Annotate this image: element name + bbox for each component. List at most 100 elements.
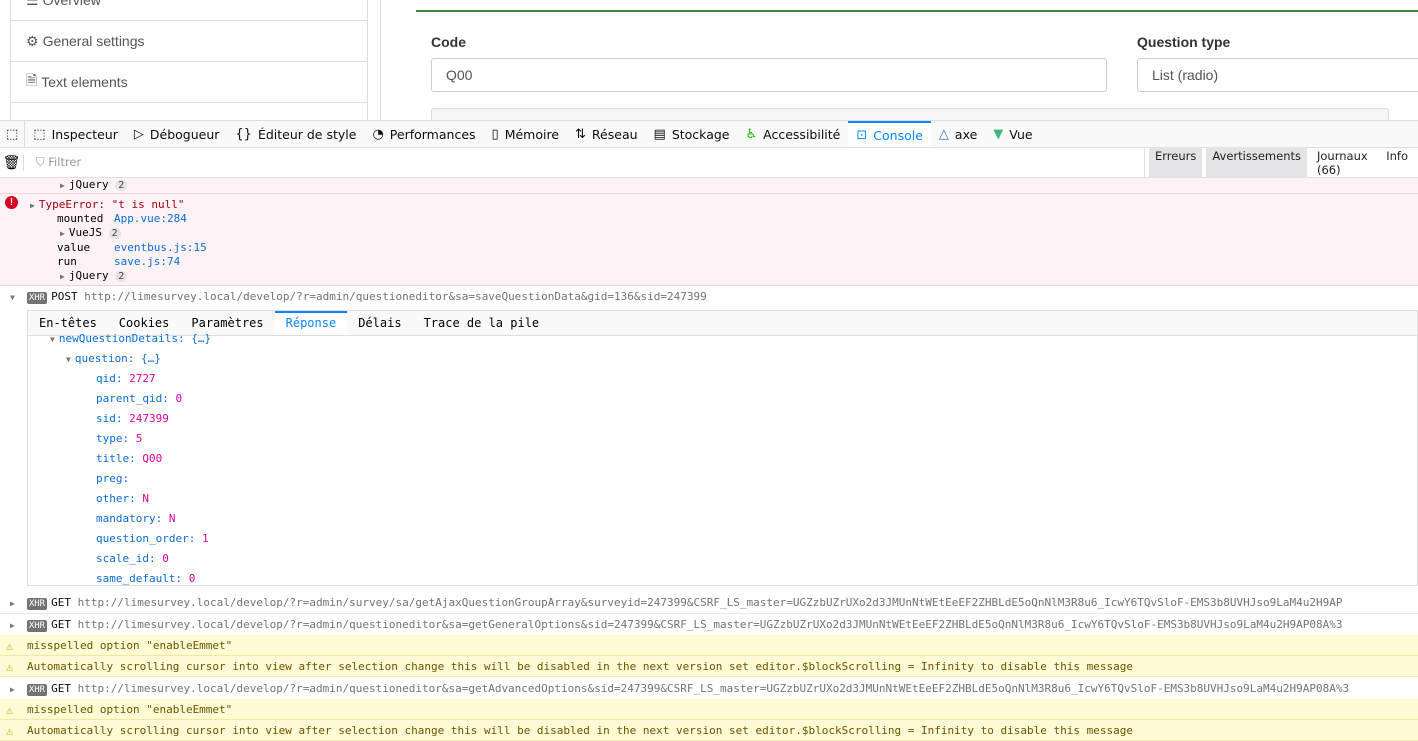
memory-icon: ▯ (491, 126, 499, 142)
question-type-label: Question type (1137, 34, 1231, 50)
error-message[interactable]: ! ▶ TypeError: "t is null" mounted App.vue… (0, 194, 1418, 286)
source-link[interactable]: App.vue:284 (114, 212, 187, 225)
json-field: parent_qid: 0 (96, 392, 182, 412)
xhr-badge: XHR (26, 598, 48, 610)
warning-message[interactable]: ⚠ misspelled option "enableEmmet" (0, 699, 1418, 720)
accessibility-icon: ♿ (745, 126, 758, 142)
code-input[interactable]: Q00 (431, 58, 1107, 92)
progress-line (416, 10, 1418, 12)
json-field: mandatory: N (96, 512, 175, 532)
question-type-select[interactable]: List (radio) (1137, 58, 1418, 92)
json-key: parent_qid: (96, 392, 169, 405)
filter-warnings[interactable]: Avertissements (1206, 146, 1307, 179)
json-field: question_order: 1 (96, 532, 209, 552)
document-icon: 🗎 (26, 72, 38, 88)
xhr-get-request[interactable]: ▶ XHR GET http://limesurvey.local/develop/… (0, 678, 1418, 700)
json-field: sid: 247399 (96, 412, 169, 432)
panel-tab[interactable]: Délais (347, 311, 412, 335)
list-icon: ☰ (26, 0, 39, 9)
json-key: same_default: (96, 572, 183, 585)
filter-errors[interactable]: Erreurs (1149, 146, 1203, 179)
tab-stockage[interactable]: ▤ Stockage (646, 121, 738, 147)
tab-diteurdestyle[interactable]: {} Éditeur de style (227, 121, 364, 147)
tree-node[interactable]: ▼ question: {…} (66, 352, 161, 372)
json-value: 247399 (129, 412, 169, 425)
json-key: type: (96, 432, 130, 445)
warning-icon: ⚠ (6, 703, 14, 717)
json-value: 0 (175, 392, 183, 405)
tab-dbogueur[interactable]: ▷ Débogueur (126, 121, 228, 147)
trash-icon[interactable]: 🗑 (0, 154, 24, 171)
warning-message[interactable]: ⚠ misspelled option "enableEmmet" (0, 635, 1418, 656)
json-key: sid: (96, 412, 123, 425)
vue-icon: ▼ (993, 126, 1004, 142)
json-field: other: N (96, 492, 149, 512)
code-label: Code (431, 34, 466, 50)
divider (380, 0, 381, 120)
json-field: title: Q00 (96, 452, 162, 472)
json-key: mandatory: (96, 512, 163, 525)
panel-tab[interactable]: Réponse (274, 311, 348, 335)
inspector-icon: ⬚ (33, 126, 46, 142)
stack-frame-jquery[interactable]: ▶ jQuery 2 (0, 178, 1418, 194)
sidebar-item-text-elements[interactable]: 🗎 Text elements (11, 62, 367, 103)
warning-icon: ⚠ (6, 724, 14, 738)
panel-tab[interactable]: Trace de la pile (413, 311, 551, 335)
sidebar-item[interactable] (11, 103, 367, 120)
source-link[interactable]: save.js:74 (114, 255, 180, 268)
devtools-toolbar: ⬚ ⬚ Inspecteur ▷ Débogueur{} Éditeur de styl… (0, 120, 1418, 148)
xhr-post-request[interactable]: ▼ XHR POST http://limesurvey.local/develop… (0, 286, 1418, 310)
sidebar-item-general-settings[interactable]: ⚙ General settings (11, 21, 367, 62)
json-value: N (168, 512, 176, 525)
editor-box (431, 108, 1389, 120)
network-icon: ⇅ (575, 126, 586, 142)
style-editor-icon: {} (235, 126, 252, 142)
performance-icon: ◔ (372, 126, 384, 142)
tab-inspecteur[interactable]: ⬚ Inspecteur (25, 121, 126, 147)
json-value: 5 (135, 432, 143, 445)
element-picker-button[interactable]: ⬚ (0, 121, 26, 147)
storage-icon: ▤ (653, 126, 666, 142)
tab-axe[interactable]: △ axe (931, 121, 985, 147)
xhr-get-request[interactable]: ▶ XHR GET http://limesurvey.local/develop/… (0, 592, 1418, 614)
warning-message[interactable]: ⚠ Automatically scrolling cursor into vie… (0, 720, 1418, 741)
tab-performances[interactable]: ◔ Performances (364, 121, 483, 147)
tab-console[interactable]: ⊡ Console (848, 121, 931, 147)
json-field: qid: 2727 (96, 372, 156, 392)
filter-input[interactable]: ⛉ Filtrer (36, 155, 1144, 170)
picker-icon: ⬚ (6, 126, 19, 142)
web-page: ☰Overview ⚙General settings 🗎Text elemen… (0, 0, 1418, 120)
axe-icon: △ (938, 126, 949, 142)
json-value: 1 (201, 532, 209, 545)
json-key: other: (96, 492, 136, 505)
warning-message[interactable]: ⚠ Automatically scrolling cursor into vie… (0, 656, 1418, 677)
json-key: question_order: (96, 532, 196, 545)
warning-icon: ⚠ (6, 660, 14, 674)
sidebar-item-overview[interactable]: ☰Overview (11, 0, 367, 21)
gears-icon: ⚙ (26, 32, 39, 49)
tab-vue[interactable]: ▼ Vue (985, 121, 1040, 147)
debugger-icon: ▷ (133, 126, 144, 142)
console-icon: ⊡ (856, 127, 868, 143)
xhr-badge: XHR (26, 684, 48, 696)
json-value: 0 (188, 572, 196, 585)
console-filter-bar: 🗑 ⛉ Filtrer Erreurs Avertissements Journ… (0, 146, 1418, 179)
json-key: scale_id: (96, 552, 156, 565)
source-link[interactable]: eventbus.js:15 (114, 241, 207, 254)
tree-node[interactable]: ▼ newQuestionDetails: {…} (50, 332, 211, 352)
request-details-panel: En-têtes Cookies Paramètres Réponse Délais Tr… (27, 310, 1418, 586)
json-value: Q00 (142, 452, 163, 465)
tab-mmoire[interactable]: ▯ Mémoire (484, 121, 567, 147)
json-field: type: 5 (96, 432, 142, 452)
funnel-icon: ⛉ (36, 155, 45, 169)
json-field: same_default: 0 (96, 572, 196, 585)
json-key: title: (96, 452, 136, 465)
tab-rseau[interactable]: ⇅ Réseau (567, 121, 646, 147)
filter-info[interactable]: Info (1380, 147, 1414, 179)
tab-accessibilit[interactable]: ♿ Accessibilité (738, 121, 849, 147)
warning-icon: ⚠ (6, 639, 14, 653)
filter-logs[interactable]: Journaux (66) (1311, 147, 1376, 179)
xhr-get-request[interactable]: ▶ XHR GET http://limesurvey.local/develop/… (0, 614, 1418, 636)
sidebar: ☰Overview ⚙General settings 🗎Text elemen… (10, 0, 368, 120)
xhr-badge: XHR (26, 620, 48, 632)
